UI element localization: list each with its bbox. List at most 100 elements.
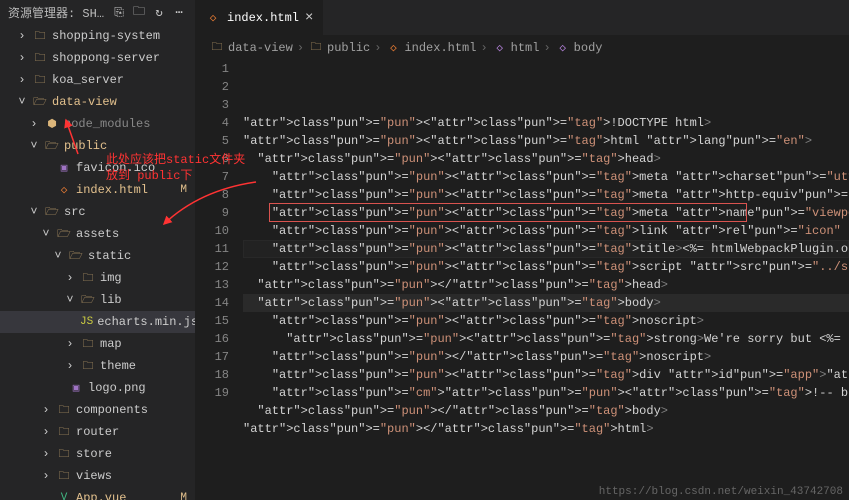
breadcrumb-item[interactable]: ◇index.html — [385, 41, 476, 55]
refresh-icon[interactable]: ↻ — [151, 5, 167, 21]
code-line-9[interactable]: "attr">class"pun">="pun"><"attr">class"p… — [243, 258, 849, 276]
code-line-14[interactable]: "attr">class"pun">="pun"></"attr">class"… — [243, 348, 849, 366]
folder-icon: 🗁 — [32, 93, 48, 112]
folder-router[interactable]: ›🗀router — [0, 421, 195, 443]
code-line-2[interactable]: "attr">class"pun">="pun"><"attr">class"p… — [243, 132, 849, 150]
tree-item-label: lib — [100, 293, 122, 307]
folder-icon: 🗀 — [56, 467, 72, 486]
chevron-right-icon: › — [40, 469, 52, 483]
explorer-header: 资源管理器: SH... ⎘ 🗀 ↻ ⋯ — [0, 0, 195, 25]
chevron-right-icon: › — [16, 73, 28, 87]
folder-icon: 🗀 — [80, 269, 96, 288]
code-line-3[interactable]: "attr">class"pun">="pun"><"attr">class"p… — [243, 150, 849, 168]
html-icon: ◇ — [385, 41, 401, 55]
folder-public[interactable]: ˅🗁public — [0, 135, 195, 157]
breadcrumb-separator: › — [480, 41, 487, 55]
img-icon: ▣ — [56, 161, 72, 175]
tree-item-label: src — [64, 205, 86, 219]
editor-area: ◇ index.html × 🗀data-view›🗀public›◇index… — [195, 0, 849, 500]
more-icon[interactable]: ⋯ — [171, 5, 187, 21]
breadcrumb-item[interactable]: 🗀public — [308, 38, 370, 57]
code-line-15[interactable]: "attr">class"pun">="pun"><"attr">class"p… — [243, 366, 849, 384]
tree-item-label: shopping-system — [52, 29, 160, 43]
tree-item-label: shoppong-server — [52, 51, 160, 65]
chevron-right-icon: › — [40, 403, 52, 417]
tree-item-label: components — [76, 403, 148, 417]
new-file-icon[interactable]: ⎘ — [111, 5, 127, 21]
tree-item-label: store — [76, 447, 112, 461]
code-line-16[interactable]: "attr">class"pun">="cm">"attr">class"pun… — [243, 384, 849, 402]
code-line-18[interactable]: "attr">class"pun">="pun"></"attr">class"… — [243, 420, 849, 438]
tree-item-label: App.vue — [76, 491, 126, 500]
breadcrumb-item[interactable]: ◇body — [555, 41, 603, 55]
code-line-1[interactable]: "attr">class"pun">="pun"><"attr">class"p… — [243, 114, 849, 132]
code-line-12[interactable]: "attr">class"pun">="pun"><"attr">class"p… — [243, 312, 849, 330]
folder-lib[interactable]: ˅🗁lib — [0, 289, 195, 311]
folder-map[interactable]: ›🗀map — [0, 333, 195, 355]
js-icon: JS — [80, 316, 93, 328]
folder-icon: ⬢ — [44, 117, 60, 131]
code-line-19[interactable] — [243, 438, 849, 456]
folder-theme[interactable]: ›🗀theme — [0, 355, 195, 377]
breadcrumb-item[interactable]: 🗀data-view — [209, 38, 293, 57]
folder-icon: 🗀 — [32, 49, 48, 68]
file-favicon-ico[interactable]: ▣favicon.ico — [0, 157, 195, 179]
watermark: https://blog.csdn.net/weixin_43742708 — [599, 486, 843, 498]
folder-icon: 🗀 — [80, 335, 96, 354]
tab-index-html[interactable]: ◇ index.html × — [195, 0, 324, 35]
tree-item-label: assets — [76, 227, 119, 241]
file-App-vue[interactable]: VApp.vueM — [0, 487, 195, 500]
code-line-7[interactable]: "attr">class"pun">="pun"><"attr">class"p… — [243, 222, 849, 240]
new-folder-icon[interactable]: 🗀 — [131, 5, 147, 21]
code-line-10[interactable]: "attr">class"pun">="pun"></"attr">class"… — [243, 276, 849, 294]
code-area[interactable]: 12345678910111213141516171819 "attr">cla… — [195, 60, 849, 500]
tree-item-label: koa_server — [52, 73, 124, 87]
breadcrumb[interactable]: 🗀data-view›🗀public›◇index.html›◇html›◇bo… — [195, 35, 849, 60]
folder-views[interactable]: ›🗀views — [0, 465, 195, 487]
tree-item-label: index.html — [76, 183, 148, 197]
folder-node_modules[interactable]: ›⬢node_modules — [0, 113, 195, 135]
file-echarts-min-js[interactable]: JS echarts.min.js — [0, 311, 195, 333]
tab-label: index.html — [227, 11, 299, 25]
folder-img[interactable]: › 🗀 img — [0, 267, 195, 289]
breadcrumb-item[interactable]: ◇html — [492, 41, 540, 55]
code-line-8[interactable]: "attr">class"pun">="pun"><"attr">class"p… — [243, 240, 849, 258]
code-line-13[interactable]: "attr">class"pun">="pun"><"attr">class"p… — [243, 330, 849, 348]
folder-assets[interactable]: ˅ 🗁 assets — [0, 223, 195, 245]
close-icon[interactable]: × — [305, 10, 313, 26]
tree-item-label: theme — [100, 359, 136, 373]
breadcrumb-separator: › — [297, 41, 304, 55]
file-index-html[interactable]: ◇index.htmlM — [0, 179, 195, 201]
file-logo-png[interactable]: ▣logo.png — [0, 377, 195, 399]
chevron-right-icon: › — [16, 29, 28, 43]
tree-item-label: data-view — [52, 95, 117, 109]
code-line-4[interactable]: "attr">class"pun">="pun"><"attr">class"p… — [243, 168, 849, 186]
chevron-down-icon: ˅ — [28, 205, 40, 219]
file-tree: ›🗀shopping-system›🗀shoppong-server›🗀koa_… — [0, 25, 195, 500]
folder-shopping-system[interactable]: ›🗀shopping-system — [0, 25, 195, 47]
tree-item-label: img — [100, 271, 122, 285]
code-line-5[interactable]: "attr">class"pun">="pun"><"attr">class"p… — [243, 186, 849, 204]
folder-shoppong-server[interactable]: ›🗀shoppong-server — [0, 47, 195, 69]
code-line-6[interactable]: "attr">class"pun">="pun"><"attr">class"p… — [243, 204, 849, 222]
breadcrumb-separator: › — [374, 41, 381, 55]
folder-src[interactable]: ˅🗁src — [0, 201, 195, 223]
tree-item-label: node_modules — [64, 117, 150, 131]
tree-item-label: echarts.min.js — [97, 315, 195, 329]
chevron-down-icon: ˅ — [40, 227, 52, 241]
folder-data-view[interactable]: ˅🗁data-view — [0, 91, 195, 113]
editor-tabs: ◇ index.html × — [195, 0, 849, 35]
folder-koa_server[interactable]: ›🗀koa_server — [0, 69, 195, 91]
breadcrumb-separator: › — [543, 41, 550, 55]
folder-icon: 🗁 — [44, 137, 60, 156]
folder-store[interactable]: ›🗀store — [0, 443, 195, 465]
folder-static[interactable]: ˅🗁static — [0, 245, 195, 267]
folder-icon: 🗀 — [80, 357, 96, 376]
chevron-right-icon: › — [40, 425, 52, 439]
code-line-17[interactable]: "attr">class"pun">="pun"></"attr">class"… — [243, 402, 849, 420]
code-content[interactable]: "attr">class"pun">="pun"><"attr">class"p… — [243, 60, 849, 500]
folder-components[interactable]: ›🗀components — [0, 399, 195, 421]
folder-icon: 🗁 — [56, 225, 72, 244]
chevron-right-icon: › — [64, 271, 76, 285]
code-line-11[interactable]: "attr">class"pun">="pun"><"attr">class"p… — [243, 294, 849, 312]
